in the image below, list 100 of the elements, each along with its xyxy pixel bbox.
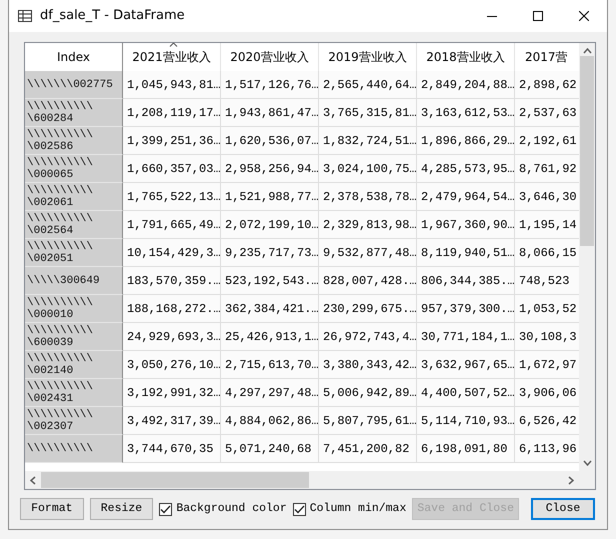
table-cell: 3,632,967,65… bbox=[417, 351, 515, 379]
table-cell: 6,113,96 bbox=[515, 435, 579, 463]
table-cell: 806,344,385.… bbox=[417, 267, 515, 295]
table-cell: 1,195,14 bbox=[515, 211, 579, 239]
table-cell: 1,943,861,47… bbox=[221, 99, 319, 127]
table-cell: 2,537,63 bbox=[515, 99, 579, 127]
table-cell: 8,119,940,51… bbox=[417, 239, 515, 267]
table-cell: 2,565,440,64… bbox=[319, 71, 417, 99]
table-cell: 188,168,272.… bbox=[123, 295, 221, 323]
scroll-right-icon[interactable] bbox=[568, 476, 574, 484]
table-cell: 1,620,536,07… bbox=[221, 127, 319, 155]
table-cell: 7,451,200,82 bbox=[319, 435, 417, 463]
table-cell: 24,929,693,3… bbox=[123, 323, 221, 351]
table-cell: 30,108,3 bbox=[515, 323, 579, 351]
dialog-button[interactable]: Resize bbox=[90, 498, 154, 520]
table-cell: 9,235,717,73… bbox=[221, 239, 319, 267]
table-cell: 5,114,710,93… bbox=[417, 407, 515, 435]
table-cell: 1,399,251,36… bbox=[123, 127, 221, 155]
table-cell: 362,384,421.… bbox=[221, 295, 319, 323]
dialog-button[interactable]: Format bbox=[20, 498, 84, 520]
close-icon bbox=[579, 11, 589, 21]
row-index[interactable]: \\\\\\\\\\ \000065 bbox=[25, 155, 123, 183]
table-cell: 230,299,675.… bbox=[319, 295, 417, 323]
table-cell: 748,523 bbox=[515, 267, 579, 295]
table-cell: 26,972,743,4… bbox=[319, 323, 417, 351]
table-cell: 3,163,612,53… bbox=[417, 99, 515, 127]
table-cell: 3,380,343,42… bbox=[319, 351, 417, 379]
dialog-button[interactable]: Close bbox=[530, 498, 595, 520]
table-cell: 2,192,61 bbox=[515, 127, 579, 155]
table-cell: 1,896,866,29… bbox=[417, 127, 515, 155]
table-cell: 3,024,100,75… bbox=[319, 155, 417, 183]
table-cell: 1,045,943,81… bbox=[123, 71, 221, 99]
row-index[interactable]: \\\\\\\\\\ \600039 bbox=[25, 323, 123, 351]
table-cell: 1,660,357,03… bbox=[123, 155, 221, 183]
table-cell: 2,072,199,10… bbox=[221, 211, 319, 239]
table-cell: 523,192,543.… bbox=[221, 267, 319, 295]
table-cell: 828,007,428.… bbox=[319, 267, 417, 295]
window-title: df_sale_T - DataFrame bbox=[40, 7, 185, 26]
row-index[interactable]: \\\\\\\\\\ \002061 bbox=[25, 183, 123, 211]
table-cell: 5,807,795,61… bbox=[319, 407, 417, 435]
table-icon bbox=[18, 10, 32, 22]
table-cell: 1,791,665,49… bbox=[123, 211, 221, 239]
table-cell: 1,521,988,77… bbox=[221, 183, 319, 211]
table-cell: 3,646,30 bbox=[515, 183, 579, 211]
row-index[interactable]: \\\\\\\\\\ \600284 bbox=[25, 99, 123, 127]
row-index[interactable]: \\\\\\\\\\ \000010 bbox=[25, 295, 123, 323]
table-cell: 2,329,813,98… bbox=[319, 211, 417, 239]
scroll-left-icon[interactable] bbox=[30, 476, 36, 484]
table-cell: 4,884,062,86… bbox=[221, 407, 319, 435]
checkbox-label[interactable]: Column min/max bbox=[310, 500, 406, 518]
table-cell: 3,906,06 bbox=[515, 379, 579, 407]
maximize-icon bbox=[533, 11, 543, 21]
table-cell: 3,492,317,39… bbox=[123, 407, 221, 435]
table-cell: 8,066,15 bbox=[515, 239, 579, 267]
table-cell: 1,053,52 bbox=[515, 295, 579, 323]
table-cell: 2,849,204,88… bbox=[417, 71, 515, 99]
row-index[interactable]: \\\\\\\\\\ \002140 bbox=[25, 351, 123, 379]
row-index[interactable]: \\\\\\\\\\ \002586 bbox=[25, 127, 123, 155]
table-cell: 6,198,091,80 bbox=[417, 435, 515, 463]
table-cell: 30,771,184,1… bbox=[417, 323, 515, 351]
horizontal-scrollbar[interactable] bbox=[25, 471, 579, 489]
table-cell: 2,898,62 bbox=[515, 71, 579, 99]
vertical-scrollbar[interactable] bbox=[579, 43, 595, 471]
scrollbar-thumb[interactable] bbox=[580, 56, 594, 246]
table-cell: 9,532,877,48… bbox=[319, 239, 417, 267]
checkbox-box[interactable] bbox=[292, 502, 306, 516]
row-index[interactable]: \\\\\300649 bbox=[25, 267, 123, 295]
table-cell: 6,526,42 bbox=[515, 407, 579, 435]
table-cell: 4,285,573,95… bbox=[417, 155, 515, 183]
table-cell: 3,050,276,10… bbox=[123, 351, 221, 379]
checkbox-box[interactable] bbox=[159, 502, 172, 516]
table-cell: 3,744,670,35 bbox=[123, 435, 221, 463]
table-cell: 5,071,240,68 bbox=[221, 435, 319, 463]
table-cell: 1,517,126,76… bbox=[221, 71, 319, 99]
table-cell: 957,379,300.… bbox=[417, 295, 515, 323]
row-index[interactable]: \\\\\\\\\\ \002051 bbox=[25, 239, 123, 267]
table-cell: 8,761,92 bbox=[515, 155, 579, 183]
scrollbar-thumb[interactable] bbox=[41, 472, 309, 488]
table-cell: 2,378,538,78… bbox=[319, 183, 417, 211]
table-cell: 4,400,507,52… bbox=[417, 379, 515, 407]
table-cell: 3,765,315,81… bbox=[319, 99, 417, 127]
table-cell: 1,208,119,17… bbox=[123, 99, 221, 127]
checkbox-label[interactable]: Background color bbox=[176, 500, 287, 518]
table-cell: 10,154,429,3… bbox=[123, 239, 221, 267]
row-index[interactable]: \\\\\\\002775 bbox=[25, 71, 123, 99]
table-cell: 25,426,913,1… bbox=[221, 323, 319, 351]
table-cell: 2,715,613,70… bbox=[221, 351, 319, 379]
scroll-down-icon[interactable] bbox=[582, 460, 592, 466]
row-index[interactable]: \\\\\\\\\\ bbox=[25, 435, 123, 463]
table-cell: 3,192,991,32… bbox=[123, 379, 221, 407]
scroll-up-icon[interactable] bbox=[582, 48, 592, 54]
table-cell: 5,006,942,89… bbox=[319, 379, 417, 407]
table-cell: 1,765,522,13… bbox=[123, 183, 221, 211]
table-cell: 1,832,724,51… bbox=[319, 127, 417, 155]
row-index[interactable]: \\\\\\\\\\ \002307 bbox=[25, 407, 123, 435]
table-cell: 183,570,359.… bbox=[123, 267, 221, 295]
table-cell: 1,672,97 bbox=[515, 351, 579, 379]
row-index[interactable]: \\\\\\\\\\ \002431 bbox=[25, 379, 123, 407]
row-index[interactable]: \\\\\\\\\\ \002564 bbox=[25, 211, 123, 239]
table-cell: 2,479,964,54… bbox=[417, 183, 515, 211]
